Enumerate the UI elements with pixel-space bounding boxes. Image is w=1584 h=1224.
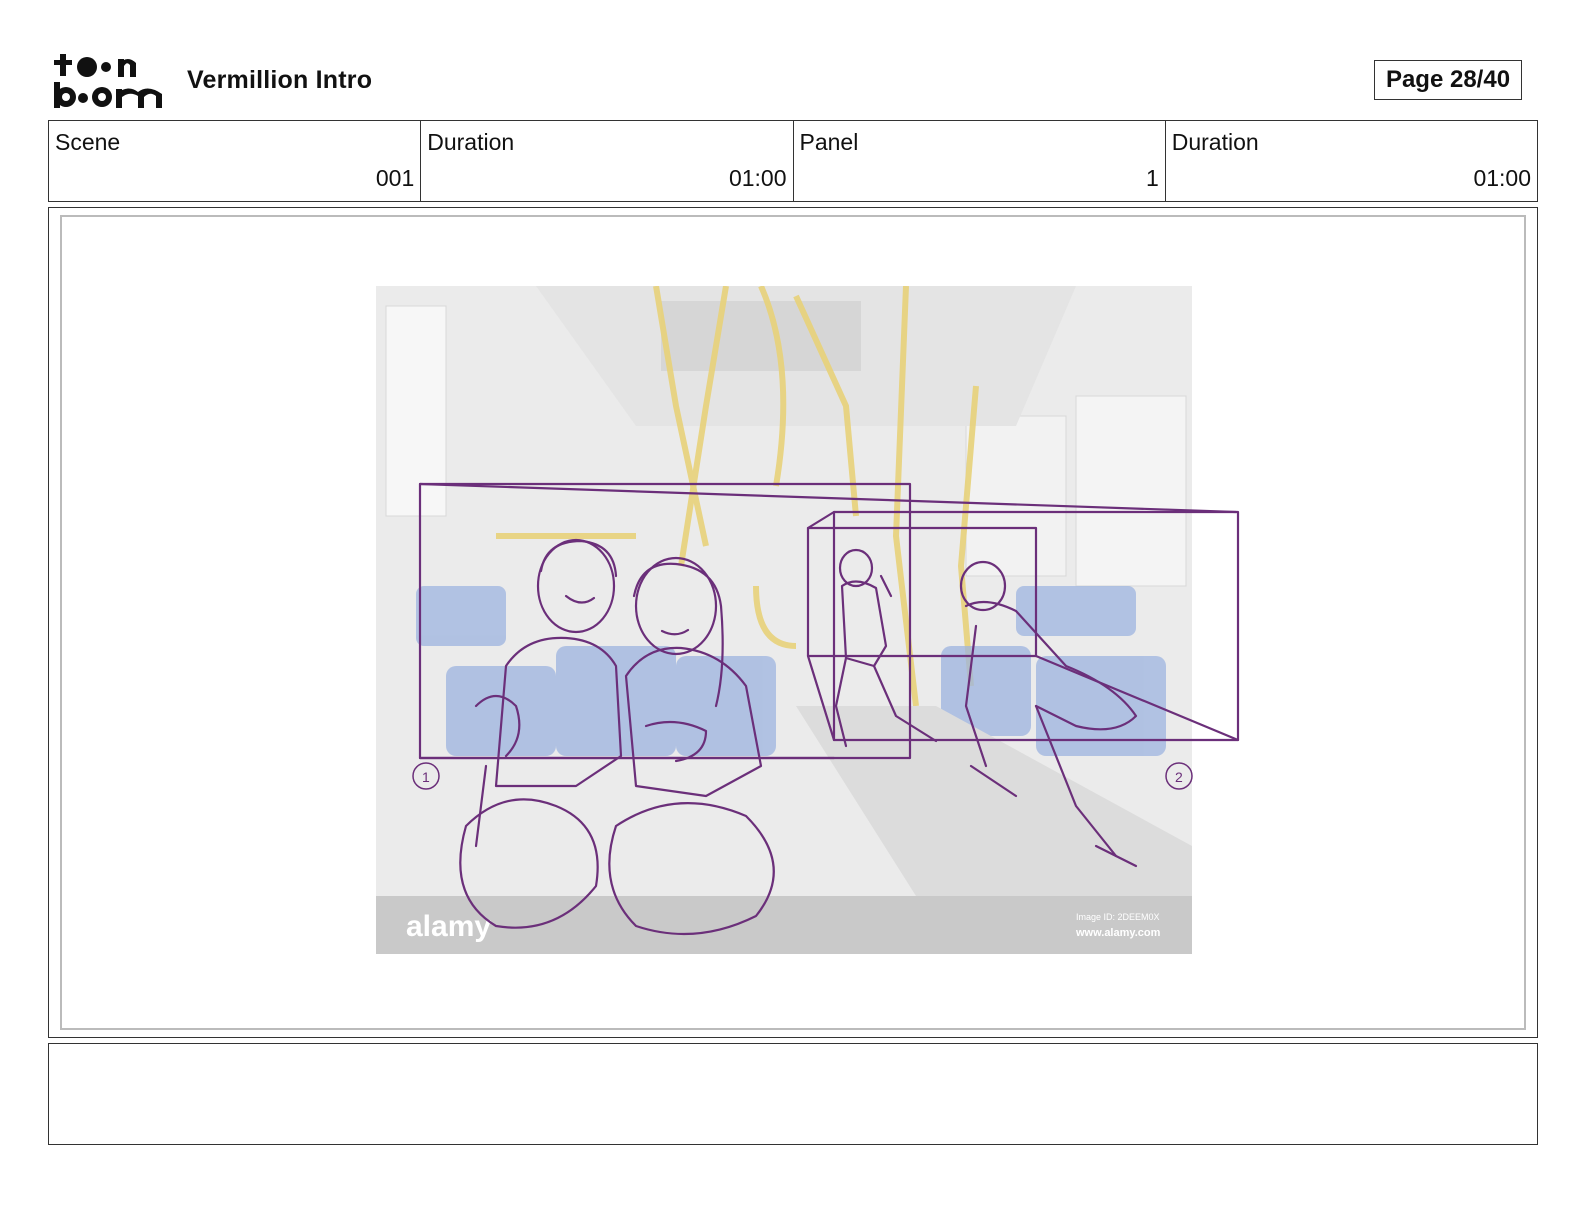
scene-cell: Scene 001: [49, 121, 422, 201]
marker-2: 2: [1175, 769, 1183, 785]
watermark-logo: alamy: [406, 910, 491, 943]
watermark-strip: [376, 896, 1192, 954]
panel-value: 1: [1145, 165, 1159, 191]
watermark-id: Image ID: 2DEEM0X: [1076, 912, 1160, 922]
panel-duration-label: Duration: [1171, 129, 1259, 155]
watermark-url: www.alamy.com: [1075, 927, 1161, 939]
scene-duration-label: Duration: [427, 129, 515, 155]
page-number: Page 28/40: [1374, 60, 1522, 100]
scene-duration-cell: Duration 01:00: [421, 121, 794, 201]
scene-info-table: Scene 001 Duration 01:00 Panel 1 Duratio…: [48, 120, 1538, 202]
panel-duration-value: 01:00: [1473, 165, 1531, 191]
project-title: Vermillion Intro: [187, 66, 373, 94]
panel-cell: Panel 1: [794, 121, 1166, 201]
scene-duration-value: 01:00: [728, 165, 787, 191]
scene-value: 001: [375, 165, 415, 191]
panel-notes[interactable]: [48, 1043, 1538, 1145]
scene-label: Scene: [55, 129, 121, 155]
toon-boom-logo: [52, 50, 164, 112]
panel-label: Panel: [799, 129, 859, 155]
storyboard-sketch: alamy Image ID: 2DEEM0X www.alamy.com 1 …: [376, 286, 1240, 954]
panel-duration-cell: Duration 01:00: [1166, 121, 1537, 201]
marker-1: 1: [422, 769, 430, 785]
